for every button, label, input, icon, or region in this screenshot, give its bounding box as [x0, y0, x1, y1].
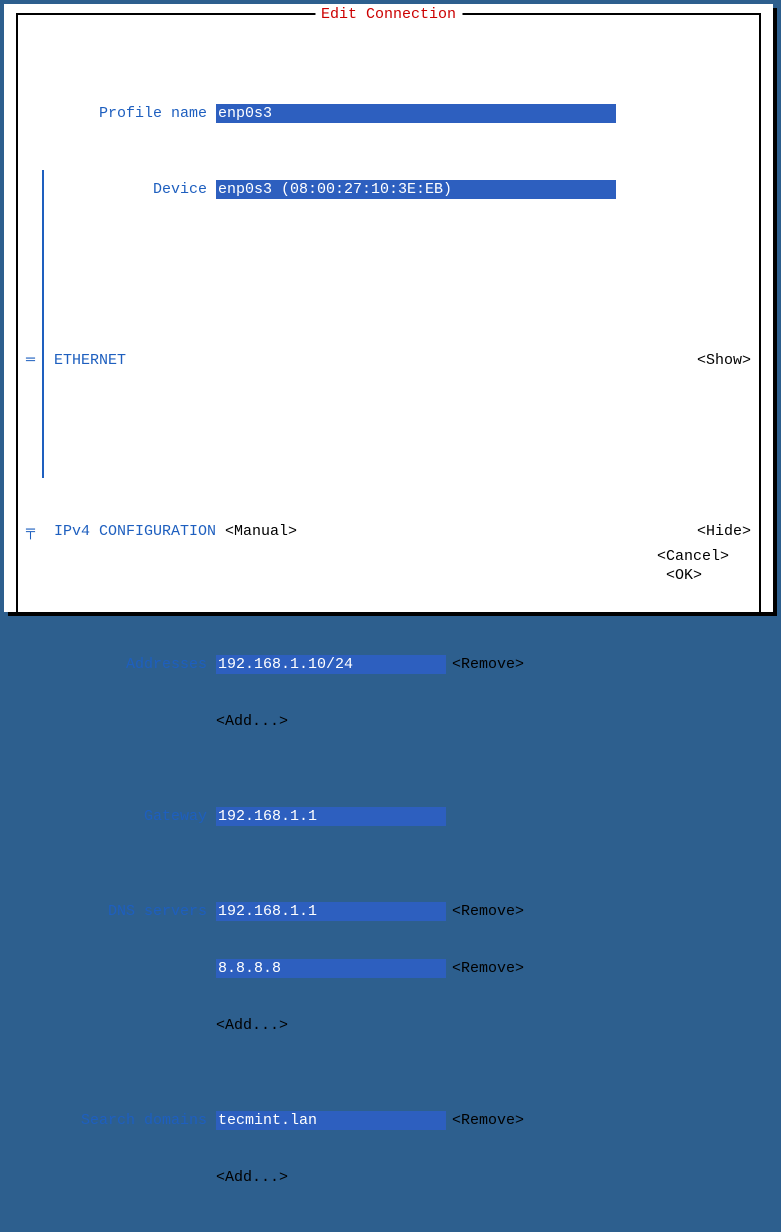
- address-add-button[interactable]: <Add...>: [216, 712, 288, 731]
- gateway-label: Gateway: [26, 807, 216, 826]
- dns-label: DNS servers: [26, 902, 216, 921]
- dns-input-1[interactable]: 8.8.8.8: [216, 959, 446, 978]
- window-title: Edit Connection: [315, 5, 462, 24]
- device-input[interactable]: enp0s3 (08:00:27:10:3E:EB): [216, 180, 616, 199]
- addresses-label: Addresses: [26, 655, 216, 674]
- search-domain-add-button[interactable]: <Add...>: [216, 1168, 288, 1187]
- gateway-input[interactable]: 192.168.1.1: [216, 807, 446, 826]
- ipv4-mode-select[interactable]: <Manual>: [216, 522, 297, 541]
- ethernet-expand-icon[interactable]: ═: [26, 351, 54, 370]
- ipv4-tree-line: [42, 170, 44, 478]
- ipv4-section-label: IPv4 CONFIGURATION: [54, 522, 216, 541]
- cancel-button[interactable]: <Cancel>: [657, 548, 729, 565]
- dns-remove-0[interactable]: <Remove>: [452, 902, 524, 921]
- dialog-buttons: <Cancel> <OK>: [603, 528, 729, 604]
- device-label: Device: [26, 180, 216, 199]
- ethernet-show-button[interactable]: <Show>: [697, 351, 751, 370]
- ethernet-section-label: ETHERNET: [54, 351, 126, 370]
- profile-name-label: Profile name: [26, 104, 216, 123]
- content-area: Profile name enp0s3 Device enp0s3 (08:00…: [26, 28, 751, 608]
- search-domain-input-0[interactable]: tecmint.lan: [216, 1111, 446, 1130]
- dns-add-button[interactable]: <Add...>: [216, 1016, 288, 1035]
- search-domains-label: Search domains: [26, 1111, 216, 1130]
- dns-remove-1[interactable]: <Remove>: [452, 959, 524, 978]
- search-domain-remove-0[interactable]: <Remove>: [452, 1111, 524, 1130]
- edit-connection-window: Edit Connection Profile name enp0s3 Devi…: [4, 4, 773, 612]
- profile-name-input[interactable]: enp0s3: [216, 104, 616, 123]
- ok-button[interactable]: <OK>: [657, 567, 702, 584]
- address-remove-0[interactable]: <Remove>: [452, 655, 524, 674]
- address-input-0[interactable]: 192.168.1.10/24: [216, 655, 446, 674]
- dns-input-0[interactable]: 192.168.1.1: [216, 902, 446, 921]
- ipv4-expand-icon[interactable]: ╤: [26, 522, 54, 541]
